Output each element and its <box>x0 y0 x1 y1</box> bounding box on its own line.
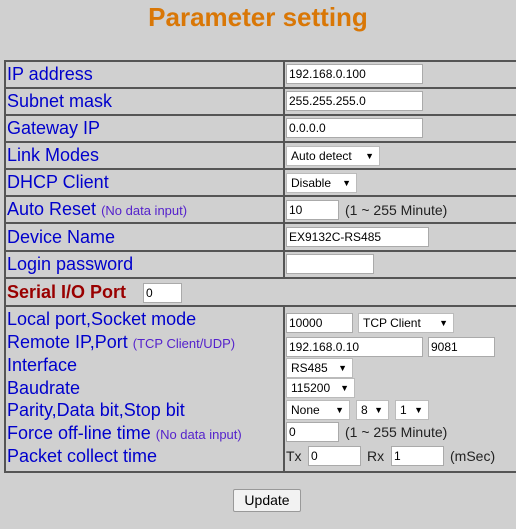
serial-port-input[interactable]: 0 <box>143 283 182 303</box>
divider <box>4 114 516 116</box>
divider <box>4 305 516 307</box>
parity-select[interactable]: None <box>286 400 350 420</box>
link-label: Link Modes <box>7 145 100 165</box>
rx-label: Rx <box>367 448 385 464</box>
socket-mode-select[interactable]: TCP Client <box>358 313 454 333</box>
interface-label: Interface <box>7 355 78 375</box>
local-port-input[interactable]: 10000 <box>286 313 353 333</box>
divider <box>4 250 516 252</box>
packet-collect-label: Packet collect time <box>7 446 158 466</box>
link-mode-select[interactable]: Auto detect <box>286 146 380 166</box>
update-button[interactable]: Update <box>233 489 301 512</box>
divider <box>4 222 516 224</box>
parity-label: Parity,Data bit,Stop bit <box>7 400 185 420</box>
tx-label: Tx <box>286 448 302 464</box>
subnet-mask-input[interactable]: 255.255.255.0 <box>286 91 423 111</box>
stop-bit-select[interactable]: 1 <box>395 400 429 420</box>
gateway-label: Gateway IP <box>7 118 101 138</box>
remote-label: Remote IP,Port (TCP Client/UDP) <box>7 331 235 355</box>
force-offline-input[interactable]: 0 <box>286 422 339 442</box>
login-password-input[interactable] <box>286 254 374 274</box>
divider <box>283 60 285 278</box>
page-title: Parameter setting <box>148 2 368 32</box>
divider <box>4 168 516 170</box>
divider <box>4 195 516 197</box>
divider <box>4 87 516 89</box>
dhcp-label: DHCP Client <box>7 172 109 192</box>
divider <box>283 305 285 472</box>
device-name-label: Device Name <box>7 227 116 247</box>
force-offline-range: (1 ~ 255 Minute) <box>345 424 448 440</box>
dhcp-select[interactable]: Disable <box>286 173 357 193</box>
device-name-input[interactable]: EX9132C-RS485 <box>286 227 429 247</box>
serial-port-label: Serial I/O Port <box>7 282 127 302</box>
login-label: Login password <box>7 254 134 274</box>
divider <box>4 277 516 279</box>
force-offline-note: (No data input) <box>155 427 242 442</box>
tx-input[interactable]: 0 <box>308 446 361 466</box>
auto-reset-text: Auto Reset <box>7 199 97 219</box>
remote-note: (TCP Client/UDP) <box>132 336 236 351</box>
ip-label: IP address <box>7 64 93 84</box>
interface-select[interactable]: RS485 <box>286 358 353 378</box>
divider <box>4 141 516 143</box>
data-bit-select[interactable]: 8 <box>356 400 389 420</box>
ip-address-input[interactable]: 192.168.0.100 <box>286 64 423 84</box>
subnet-label: Subnet mask <box>7 91 113 111</box>
auto-reset-input[interactable]: 10 <box>286 200 339 220</box>
baudrate-select[interactable]: 115200 <box>286 378 355 398</box>
remote-port-input[interactable]: 9081 <box>428 337 495 357</box>
force-offline-text: Force off-line time <box>7 423 151 443</box>
auto-reset-note: (No data input) <box>101 203 188 218</box>
baudrate-label: Baudrate <box>7 378 81 398</box>
remote-text: Remote IP,Port <box>7 332 128 352</box>
local-port-label: Local port,Socket mode <box>7 309 197 329</box>
gateway-input[interactable]: 0.0.0.0 <box>286 118 423 138</box>
force-offline-label: Force off-line time (No data input) <box>7 422 242 446</box>
auto-reset-label: Auto Reset (No data input) <box>7 198 187 222</box>
auto-reset-range: (1 ~ 255 Minute) <box>345 202 448 218</box>
rx-input[interactable]: 1 <box>391 446 444 466</box>
remote-ip-input[interactable]: 192.168.0.10 <box>286 337 423 357</box>
msec-unit: (mSec) <box>450 448 496 464</box>
